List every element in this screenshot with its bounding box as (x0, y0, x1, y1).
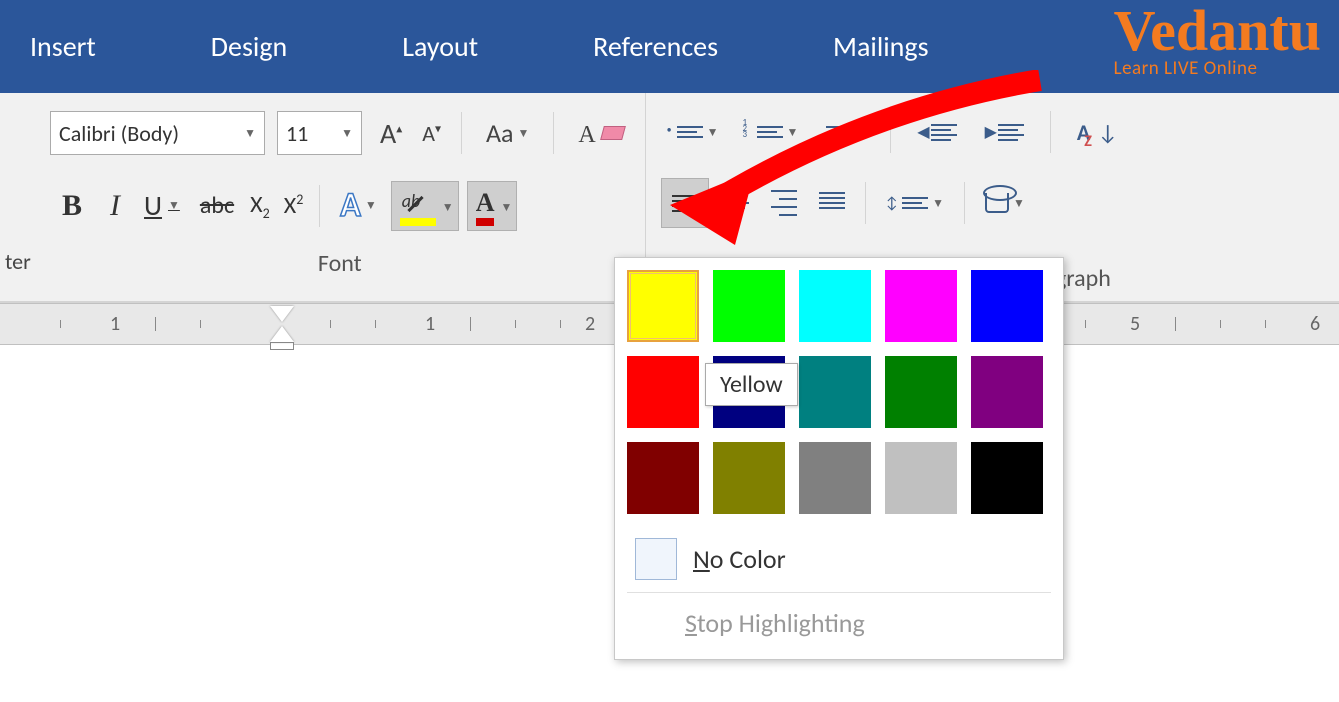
format-painter-partial: ter ◢ (0, 93, 35, 301)
chevron-down-icon: ▼ (442, 200, 454, 215)
font-size-combo[interactable]: 11 ▼ (277, 111, 362, 155)
menu-references[interactable]: References (593, 29, 718, 64)
menu-mailings[interactable]: Mailings (833, 29, 928, 64)
color-swatch-blue[interactable] (971, 270, 1043, 342)
vedantu-logo: Vedantu Learn LIVE Online (1114, 5, 1321, 80)
bold-button[interactable]: B (50, 181, 94, 231)
stop-highlighting-option[interactable]: Stop Highlighting (627, 593, 1051, 647)
color-swatch-violet[interactable] (971, 356, 1043, 428)
superscript-button[interactable]: X2 (280, 183, 308, 228)
color-swatch-black[interactable] (971, 442, 1043, 514)
menu-insert[interactable]: Insert (30, 29, 96, 64)
menu-design[interactable]: Design (211, 29, 287, 64)
clear-formatting-button[interactable]: A (572, 117, 629, 149)
logo-text: Vedantu (1114, 5, 1321, 57)
highlight-color-button[interactable]: ab ▼ (391, 181, 459, 231)
color-swatch-yellow[interactable] (627, 270, 699, 342)
bullets-button[interactable]: ▼ (661, 119, 727, 145)
numbering-button[interactable]: ▼ (739, 119, 807, 145)
ruler-number: 5 (1130, 312, 1140, 336)
font-size-value: 11 (286, 120, 308, 147)
grow-font-button[interactable]: A▴ (374, 116, 408, 151)
color-swatch-teal[interactable] (799, 356, 871, 428)
change-case-button[interactable]: Aa▼ (480, 117, 535, 149)
color-swatch-dark-yellow[interactable] (713, 442, 785, 514)
font-group: Calibri (Body) ▼ 11 ▼ A▴ A▾ Aa▼ A B I U▼… (35, 93, 646, 301)
no-color-icon (635, 538, 677, 580)
no-color-option[interactable]: No Color (627, 526, 1051, 593)
ruler-number: 2 (585, 312, 595, 336)
subscript-button[interactable]: X2 (246, 182, 274, 230)
align-right-button[interactable] (763, 183, 805, 223)
color-swatch-green[interactable] (885, 356, 957, 428)
font-name-value: Calibri (Body) (59, 120, 179, 147)
highlight-color-dropdown: Yellow No Color Stop Highlighting (614, 257, 1064, 660)
font-color-button[interactable]: A ▼ (467, 181, 518, 231)
font-color-icon: A (476, 190, 495, 226)
color-swatch-gray-50[interactable] (799, 442, 871, 514)
highlighter-icon: ab (400, 190, 436, 226)
color-swatch-dark-red[interactable] (627, 442, 699, 514)
color-tooltip: Yellow (705, 363, 798, 406)
ruler-number: 1 (425, 312, 435, 336)
line-spacing-button[interactable]: ↕▼ (878, 190, 952, 217)
menu-layout[interactable]: Layout (402, 29, 478, 64)
paint-bucket-icon (985, 193, 1009, 213)
chevron-down-icon: ▼ (341, 126, 353, 141)
color-swatch-red[interactable] (627, 356, 699, 428)
font-group-label: Font (50, 249, 630, 278)
justify-button[interactable] (811, 185, 853, 221)
italic-button[interactable]: I (100, 181, 130, 231)
align-left-button[interactable] (661, 178, 709, 228)
shrink-font-button[interactable]: A▾ (420, 120, 443, 147)
sort-button[interactable]: AZ↓ (1069, 115, 1126, 150)
font-name-combo[interactable]: Calibri (Body) ▼ (50, 111, 265, 155)
strikethrough-button[interactable]: abc (194, 183, 240, 228)
indent-marker-icon[interactable] (270, 306, 294, 350)
shading-button[interactable]: ▼ (977, 189, 1033, 217)
decrease-indent-button[interactable]: ◀ (909, 117, 964, 148)
color-swatch-gray-25[interactable] (885, 442, 957, 514)
ruler-number: 6 (1310, 312, 1320, 336)
multilevel-list-button[interactable]: ▼ (818, 119, 872, 145)
format-painter-label: ter (0, 248, 35, 275)
align-center-button[interactable] (715, 185, 757, 221)
underline-button[interactable]: U▼ (136, 180, 188, 231)
eraser-icon (600, 126, 626, 140)
increase-indent-button[interactable]: ▶ (977, 117, 1032, 148)
ruler-number: 1 (110, 312, 120, 336)
color-swatch-turquoise[interactable] (799, 270, 871, 342)
color-swatch-pink[interactable] (885, 270, 957, 342)
chevron-down-icon: ▼ (244, 126, 256, 141)
text-effects-button[interactable]: A▼ (332, 181, 385, 230)
color-swatch-bright-green[interactable] (713, 270, 785, 342)
chevron-down-icon: ▼ (500, 200, 512, 215)
